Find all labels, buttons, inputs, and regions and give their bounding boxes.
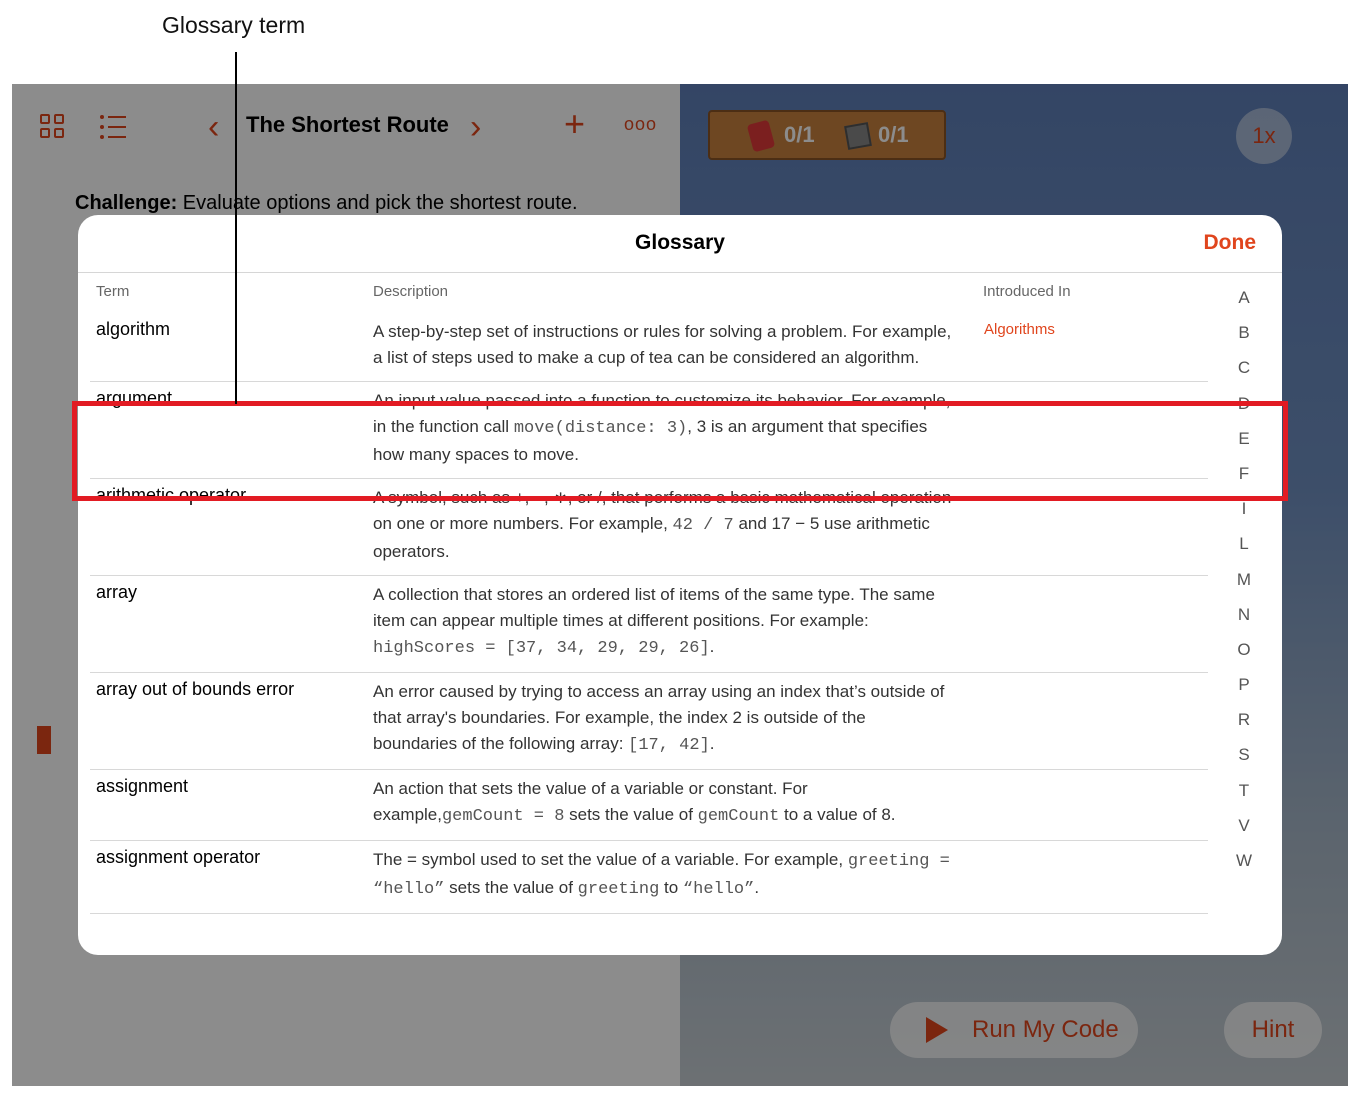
description-text: . (709, 734, 715, 753)
column-header-description: Description (373, 283, 449, 300)
glossary-description: A collection that stores an ordered list… (373, 576, 953, 672)
index-letter[interactable]: R (1230, 707, 1258, 742)
glossary-term: algorithm (96, 319, 171, 339)
column-header-introduced: Introduced In (983, 283, 1071, 300)
introduced-in-link[interactable]: Algorithms (984, 321, 1055, 338)
index-letter[interactable]: B (1230, 320, 1258, 355)
description-text: to a value of 8. (779, 805, 896, 824)
code-snippet: greeting (577, 880, 660, 899)
glossary-term: assignment operator (96, 847, 261, 867)
description-text: sets the value of (444, 878, 578, 897)
index-letter[interactable]: N (1230, 602, 1258, 637)
index-letter[interactable]: O (1230, 637, 1258, 672)
description-text: A step-by-step set of instructions or ru… (373, 322, 952, 367)
done-button[interactable]: Done (1204, 231, 1257, 255)
modal-title: Glossary (635, 231, 725, 254)
index-letter[interactable]: S (1230, 742, 1258, 777)
description-text: to (659, 878, 683, 897)
glossary-description: An action that sets the value of a varia… (373, 770, 953, 840)
glossary-modal: Glossary Done Term Description Introduce… (78, 215, 1282, 955)
code-snippet: [17, 42] (628, 736, 710, 755)
code-snippet: highScores = [37, 34, 29, 29, 26] (373, 639, 710, 658)
description-text: . (754, 878, 760, 897)
index-letter[interactable]: L (1230, 531, 1258, 566)
glossary-description: An error caused by trying to access an a… (373, 673, 953, 769)
glossary-row[interactable]: assignment An action that sets the value … (90, 770, 1208, 841)
glossary-term: array (96, 582, 138, 602)
code-snippet: gemCount (697, 807, 780, 826)
description-text: . (709, 637, 715, 656)
glossary-row[interactable]: array out of bounds error An error caused… (90, 673, 1208, 770)
glossary-term: assignment (96, 776, 189, 796)
column-header-term: Term (96, 283, 130, 300)
index-letter[interactable]: P (1230, 672, 1258, 707)
description-text: The = symbol used to set the value of a … (373, 850, 848, 869)
alphabet-index[interactable]: ABCDEFILMNOPRSTVW (1230, 285, 1258, 883)
description-text: A collection that stores an ordered list… (373, 585, 935, 630)
glossary-description: The = symbol used to set the value of a … (373, 841, 953, 913)
code-snippet: gemCount = 8 (441, 807, 565, 826)
glossary-term: array out of bounds error (96, 679, 295, 699)
callout-line (235, 52, 237, 404)
index-letter[interactable]: W (1230, 848, 1258, 883)
index-letter[interactable]: I (1230, 496, 1258, 531)
index-letter[interactable]: C (1230, 355, 1258, 390)
modal-header: Glossary Done (78, 215, 1282, 273)
glossary-row[interactable]: array A collection that stores an ordered… (90, 576, 1208, 673)
index-letter[interactable]: T (1230, 778, 1258, 813)
index-letter[interactable]: V (1230, 813, 1258, 848)
glossary-description: A step-by-step set of instructions or ru… (373, 313, 953, 381)
index-letter[interactable]: M (1230, 567, 1258, 602)
index-letter[interactable]: A (1230, 285, 1258, 320)
glossary-term-highlight (72, 401, 1288, 501)
code-snippet: “hello” (682, 880, 755, 899)
description-text: sets the value of (564, 805, 698, 824)
code-snippet: 42 / 7 (672, 516, 734, 535)
glossary-row[interactable]: assignment operator The = symbol used to … (90, 841, 1208, 914)
callout-label: Glossary term (162, 12, 306, 38)
glossary-row[interactable]: algorithm A step-by-step set of instructi… (90, 313, 1208, 382)
